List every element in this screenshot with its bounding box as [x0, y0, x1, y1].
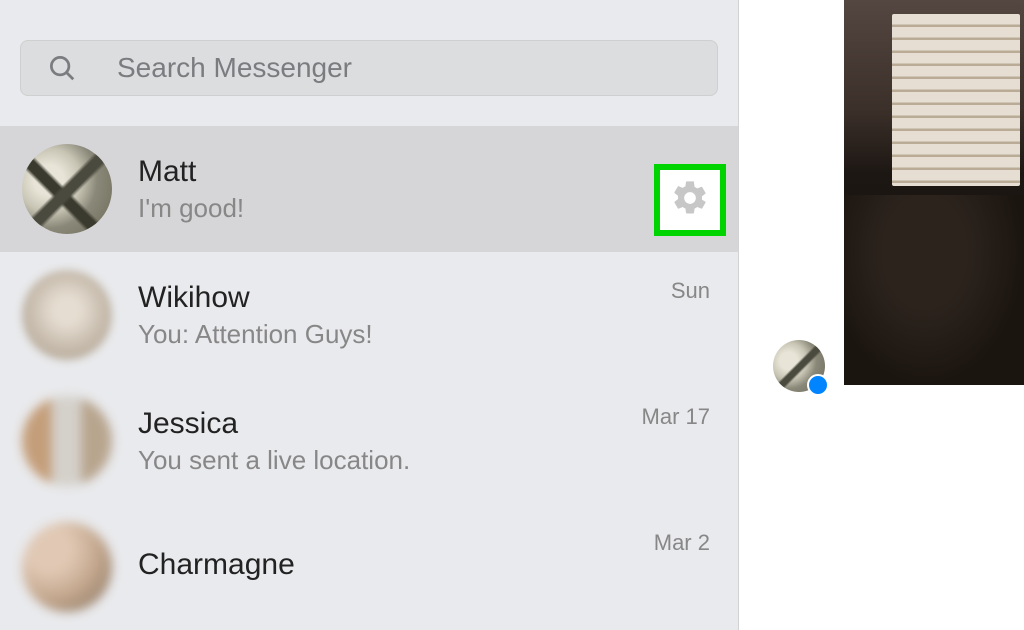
conversation-preview: You sent a live location.	[138, 445, 642, 476]
search-input[interactable]	[117, 52, 691, 84]
conversation-timestamp: Sun	[671, 278, 710, 304]
settings-highlight-box	[654, 164, 726, 236]
conversation-name: Jessica	[138, 407, 642, 441]
conversation-item-charmagne[interactable]: Charmagne Mar 2	[0, 504, 738, 630]
avatar	[22, 396, 112, 486]
conversation-name: Matt	[138, 155, 684, 189]
messenger-badge-icon	[807, 374, 829, 396]
avatar	[22, 270, 112, 360]
conversation-timestamp: Mar 17	[642, 404, 710, 430]
conversation-item-wikihow[interactable]: Wikihow You: Attention Guys! Sun	[0, 252, 738, 378]
conversation-text: Jessica You sent a live location.	[138, 407, 642, 476]
media-image-content	[844, 195, 1024, 385]
conversation-timestamp: Mar 2	[654, 530, 710, 556]
conversation-text: Wikihow You: Attention Guys!	[138, 281, 671, 350]
conversation-detail-panel	[738, 0, 1024, 630]
conversation-name: Charmagne	[138, 548, 654, 582]
conversation-list: Matt I'm good! Fri Wikihow You: Attentio…	[0, 126, 738, 630]
conversation-item-jessica[interactable]: Jessica You sent a live location. Mar 17	[0, 378, 738, 504]
conversation-preview: I'm good!	[138, 193, 684, 224]
avatar	[22, 522, 112, 612]
search-icon	[47, 53, 77, 83]
conversation-list-panel: Matt I'm good! Fri Wikihow You: Attentio…	[0, 0, 738, 630]
conversation-text: Matt I'm good!	[138, 155, 684, 224]
sender-avatar-wrap	[773, 340, 825, 392]
media-image-content	[892, 14, 1020, 186]
search-bar[interactable]	[20, 40, 718, 96]
shared-media-preview[interactable]	[844, 0, 1024, 385]
gear-icon[interactable]	[670, 178, 710, 223]
conversation-preview: You: Attention Guys!	[138, 319, 671, 350]
avatar	[22, 144, 112, 234]
conversation-item-matt[interactable]: Matt I'm good! Fri	[0, 126, 738, 252]
conversation-text: Charmagne	[138, 548, 654, 586]
conversation-name: Wikihow	[138, 281, 671, 315]
